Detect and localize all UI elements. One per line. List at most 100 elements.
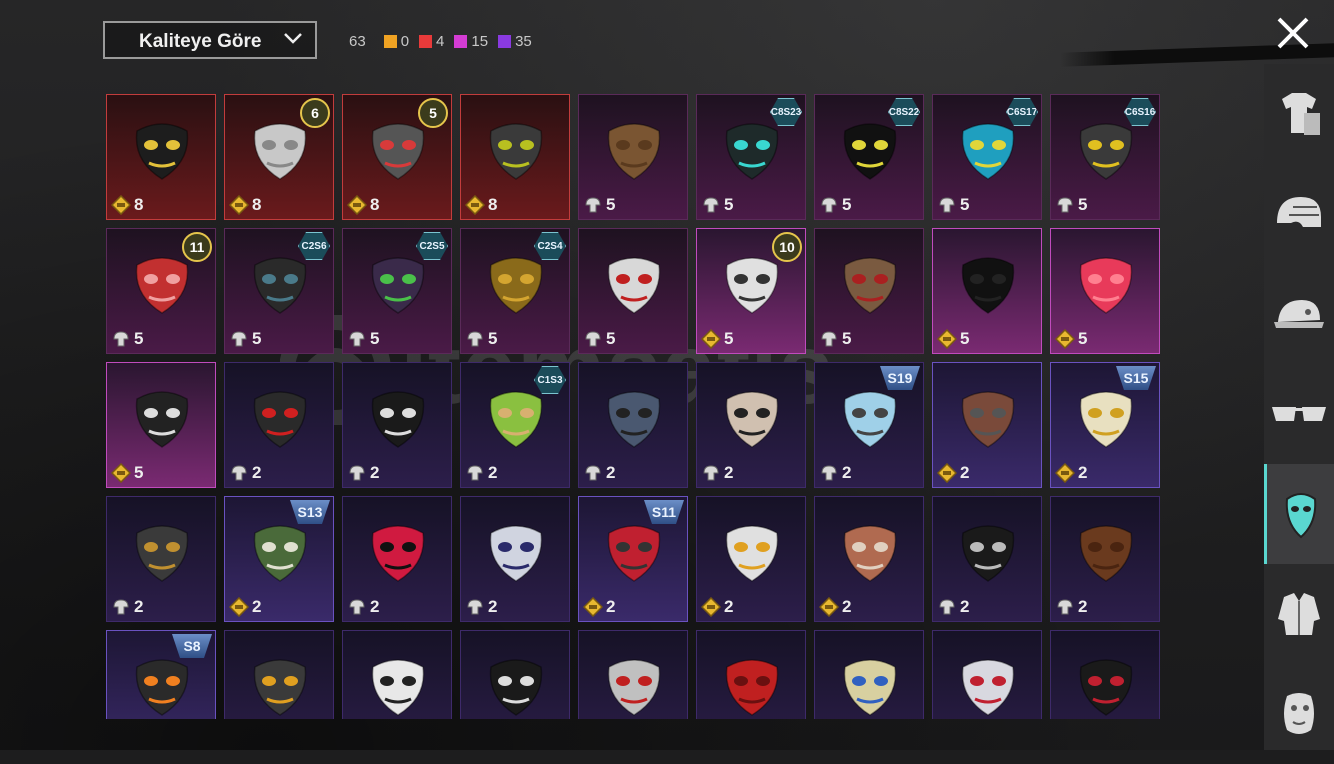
item-count: 5 xyxy=(134,463,144,482)
inventory-item[interactable]: 2 xyxy=(1050,496,1160,622)
sidebar-item-face[interactable] xyxy=(1264,664,1334,764)
item-count: 5 xyxy=(488,329,498,348)
inventory-item[interactable]: 2 xyxy=(814,496,924,622)
mask-item-icon xyxy=(371,659,425,716)
item-count: 5 xyxy=(724,329,734,348)
silver-currency-icon xyxy=(939,599,955,615)
inventory-item[interactable]: C2S5 5 xyxy=(342,228,452,354)
inventory-item[interactable]: 11 5 xyxy=(106,228,216,354)
inventory-item[interactable]: 58 xyxy=(342,94,452,220)
inventory-item[interactable]: S8 xyxy=(106,630,216,719)
premium-currency-icon xyxy=(1055,463,1075,483)
inventory-item[interactable] xyxy=(1050,630,1160,719)
mask-item-icon xyxy=(725,525,779,582)
inventory-item[interactable]: S13 2 xyxy=(224,496,334,622)
inventory-item[interactable]: 5 xyxy=(578,94,688,220)
item-quantity: 2 xyxy=(229,597,261,617)
premium-currency-icon xyxy=(701,597,721,617)
sidebar-item-jacket[interactable] xyxy=(1264,564,1334,664)
swatch-gold xyxy=(383,34,397,48)
inventory-item[interactable]: 2 xyxy=(106,496,216,622)
inventory-item[interactable] xyxy=(224,630,334,719)
inventory-item[interactable]: 5 xyxy=(1050,228,1160,354)
inventory-item[interactable]: 5 xyxy=(578,228,688,354)
mask-item-icon xyxy=(253,525,307,582)
inventory-item[interactable]: C1S3 2 xyxy=(460,362,570,488)
premium-currency-icon xyxy=(229,195,249,215)
inventory-item[interactable]: C2S4 5 xyxy=(460,228,570,354)
season-badge: 11 xyxy=(182,232,212,262)
mask-item-icon xyxy=(725,391,779,448)
inventory-item[interactable]: 5 xyxy=(106,362,216,488)
item-count: 8 xyxy=(370,195,380,214)
mask-item-icon xyxy=(725,257,779,314)
item-quantity: 5 xyxy=(111,329,143,349)
sidebar-item-outfit[interactable] xyxy=(1264,64,1334,164)
inventory-item[interactable]: 2 xyxy=(460,496,570,622)
silver-currency-icon xyxy=(703,465,719,481)
item-quantity: 5 xyxy=(229,329,261,349)
mask-item-icon xyxy=(135,123,189,180)
category-sidebar xyxy=(1264,64,1334,750)
close-icon[interactable] xyxy=(1274,14,1312,52)
sort-dropdown[interactable]: Kaliteye Göre xyxy=(103,21,317,59)
jacket-icon xyxy=(1278,593,1320,635)
sidebar-item-glasses[interactable] xyxy=(1264,364,1334,464)
item-quantity: 2 xyxy=(1055,463,1087,483)
mask-item-icon xyxy=(843,391,897,448)
inventory-item[interactable]: C6S16 5 xyxy=(1050,94,1160,220)
silver-currency-icon xyxy=(821,197,837,213)
item-quantity: 2 xyxy=(465,463,497,483)
mask-item-icon xyxy=(253,659,307,716)
inventory-item[interactable]: 68 xyxy=(224,94,334,220)
inventory-item[interactable]: 8 xyxy=(460,94,570,220)
mask-item-icon xyxy=(843,123,897,180)
inventory-item[interactable]: 2 xyxy=(696,362,806,488)
inventory-item[interactable]: 2 xyxy=(696,496,806,622)
inventory-item[interactable] xyxy=(932,630,1042,719)
inventory-item[interactable]: C2S6 5 xyxy=(224,228,334,354)
sidebar-item-hat[interactable] xyxy=(1264,264,1334,364)
inventory-item[interactable]: 5 xyxy=(932,228,1042,354)
silver-currency-icon xyxy=(821,331,837,347)
inventory-item[interactable]: S11 2 xyxy=(578,496,688,622)
inventory-item[interactable]: 2 xyxy=(224,362,334,488)
item-quantity: 2 xyxy=(701,597,733,617)
inventory-item[interactable]: S19 2 xyxy=(814,362,924,488)
inventory-item[interactable]: 2 xyxy=(932,496,1042,622)
inventory-item[interactable]: 5 xyxy=(814,228,924,354)
mask-item-icon xyxy=(135,659,189,716)
inventory-item[interactable] xyxy=(814,630,924,719)
inventory-item[interactable] xyxy=(696,630,806,719)
inventory-item[interactable]: C6S17 5 xyxy=(932,94,1042,220)
mask-item-icon xyxy=(1079,257,1133,314)
silver-currency-icon xyxy=(349,331,365,347)
inventory-item[interactable] xyxy=(578,630,688,719)
item-quantity: 5 xyxy=(937,329,969,349)
count-legendary-gold: 0 xyxy=(383,33,409,50)
inventory-item[interactable]: C8S23 5 xyxy=(696,94,806,220)
mask-item-icon xyxy=(489,123,543,180)
item-quantity: 5 xyxy=(937,195,969,215)
inventory-item[interactable]: 2 xyxy=(342,362,452,488)
silver-currency-icon xyxy=(231,331,247,347)
inventory-item[interactable]: 2 xyxy=(932,362,1042,488)
sidebar-item-helmet[interactable] xyxy=(1264,164,1334,264)
inventory-item[interactable]: 10 5 xyxy=(696,228,806,354)
item-quantity: 8 xyxy=(111,195,143,215)
season-badge: 5 xyxy=(418,98,448,128)
inventory-item[interactable] xyxy=(460,630,570,719)
sidebar-item-mask[interactable] xyxy=(1264,464,1334,564)
silver-currency-icon xyxy=(585,465,601,481)
inventory-item[interactable]: 2 xyxy=(342,496,452,622)
inventory-item[interactable] xyxy=(342,630,452,719)
inventory-item[interactable]: S15 2 xyxy=(1050,362,1160,488)
silver-currency-icon xyxy=(467,331,483,347)
premium-currency-icon xyxy=(701,329,721,349)
inventory-item[interactable]: 8 xyxy=(106,94,216,220)
item-count: 2 xyxy=(1078,463,1088,482)
item-quantity: 5 xyxy=(465,329,497,349)
item-count: 5 xyxy=(606,195,616,214)
inventory-item[interactable]: 2 xyxy=(578,362,688,488)
inventory-item[interactable]: C8S22 5 xyxy=(814,94,924,220)
